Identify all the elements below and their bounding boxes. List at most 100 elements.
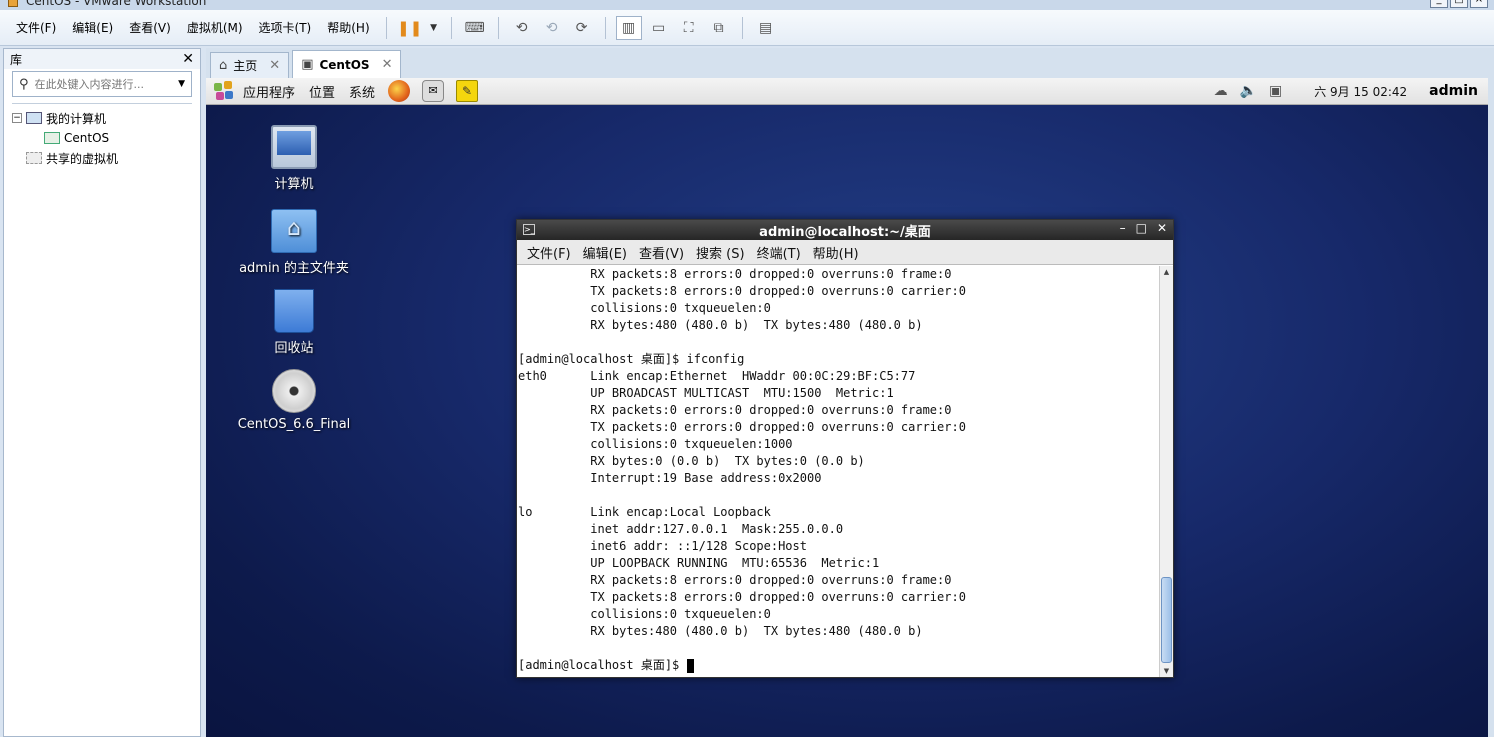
tab-strip: ⌂ 主页 ✕ ▣ CentOS ✕: [206, 48, 1488, 78]
menu-applications[interactable]: 应用程序: [236, 82, 302, 101]
trash-icon: [274, 289, 314, 333]
terminal-menu-search[interactable]: 搜索 (S): [690, 243, 751, 262]
terminal-line: eth0 Link encap:Ethernet HWaddr 00:0C:29…: [518, 369, 916, 383]
menu-system[interactable]: 系统: [342, 82, 382, 101]
terminal-menu-file[interactable]: 文件(F): [521, 243, 577, 262]
dvd-icon: [272, 369, 316, 413]
close-tab-icon[interactable]: ✕: [269, 58, 280, 73]
window-title-bar: CentOS - VMware Workstation _ □ ×: [0, 0, 1494, 10]
text-cursor: [686, 658, 694, 673]
menu-view[interactable]: 查看(V): [121, 19, 179, 36]
console-view-icon[interactable]: ▤: [753, 16, 779, 40]
menu-vm[interactable]: 虚拟机(M): [179, 19, 251, 36]
terminal-menu-view[interactable]: 查看(V): [633, 243, 690, 262]
notes-icon[interactable]: ✎: [456, 80, 479, 102]
computer-icon: [26, 112, 42, 124]
menu-places[interactable]: 位置: [302, 82, 342, 101]
terminal-scrollbar[interactable]: ▲ ▼: [1159, 266, 1173, 677]
desktop-icon-dvd[interactable]: CentOS_6.6_Final: [229, 369, 359, 432]
scroll-up-icon[interactable]: ▲: [1160, 266, 1173, 278]
shared-vm-icon: [26, 152, 42, 164]
desktop[interactable]: 计算机 admin 的主文件夹 回收站 CentOS_6.6_Final >_ …: [206, 105, 1488, 737]
revert-snapshot-icon[interactable]: ⟲: [539, 16, 565, 40]
terminal-line: UP LOOPBACK RUNNING MTU:65536 Metric:1: [518, 556, 880, 570]
power-dropdown-icon[interactable]: ▼: [427, 16, 441, 40]
desktop-icon-label: 计算机: [274, 177, 314, 192]
desktop-icon-home[interactable]: admin 的主文件夹: [229, 209, 359, 276]
menu-edit[interactable]: 编辑(E): [64, 19, 121, 36]
maximize-button[interactable]: □: [1450, 0, 1468, 8]
snapshot-icon[interactable]: ⟲: [509, 16, 535, 40]
network-disconnected-icon[interactable]: ▣: [1269, 83, 1282, 99]
menu-help[interactable]: 帮助(H): [319, 19, 377, 36]
tree-item-centos[interactable]: CentOS: [12, 128, 192, 148]
terminal-line: TX packets:8 errors:0 dropped:0 overruns…: [518, 590, 966, 604]
search-dropdown-icon[interactable]: ▼: [178, 79, 185, 89]
terminal-icon: >_: [523, 224, 535, 235]
show-library-icon[interactable]: ▥: [615, 15, 642, 40]
scroll-down-icon[interactable]: ▼: [1160, 665, 1173, 677]
tab-centos[interactable]: ▣ CentOS ✕: [292, 50, 402, 78]
vm-icon: ▣: [301, 57, 314, 72]
unity-icon[interactable]: ⧉: [706, 16, 732, 40]
tree-item-shared-vms[interactable]: 共享的虚拟机: [12, 148, 192, 168]
user-menu[interactable]: admin: [1429, 83, 1478, 99]
window-controls: _ □ ×: [1430, 0, 1488, 8]
desktop-icon-label: CentOS_6.6_Final: [237, 417, 351, 432]
close-library-icon[interactable]: ✕: [182, 51, 194, 67]
terminal-title-bar[interactable]: >_ admin@localhost:~/桌面 – □ ✕: [517, 220, 1173, 240]
terminal-menu-help[interactable]: 帮助(H): [807, 243, 865, 262]
terminal-line: RX packets:8 errors:0 dropped:0 overruns…: [518, 573, 952, 587]
terminal-menu-terminal[interactable]: 终端(T): [751, 243, 807, 262]
tab-home[interactable]: ⌂ 主页 ✕: [210, 52, 290, 78]
menu-tabs[interactable]: 选项卡(T): [251, 19, 320, 36]
guest-screen[interactable]: 应用程序 位置 系统 ✉ ✎ ☁ 🔈 ▣ 六 9月 15 02:42 admin…: [206, 78, 1488, 737]
minimize-button[interactable]: _: [1430, 0, 1448, 8]
full-screen-icon[interactable]: ⛶: [676, 16, 702, 40]
desktop-icon-computer[interactable]: 计算机: [229, 125, 359, 192]
close-icon[interactable]: ✕: [1157, 221, 1167, 235]
desktop-icon-label: 回收站: [274, 341, 314, 356]
system-tray: ☁ 🔈 ▣ 六 9月 15 02:42 admin: [1214, 83, 1488, 100]
window-right-edge: [1488, 48, 1494, 737]
send-ctrl-alt-del-icon[interactable]: ⌨: [462, 16, 488, 40]
network-manager-icon[interactable]: ☁: [1214, 83, 1228, 99]
mail-client-icon[interactable]: ✉: [422, 80, 445, 102]
pause-icon[interactable]: ❚❚: [397, 16, 423, 40]
terminal-menu-edit[interactable]: 编辑(E): [577, 243, 633, 262]
volume-icon[interactable]: 🔈: [1240, 83, 1257, 99]
collapse-icon[interactable]: −: [12, 113, 22, 123]
maximize-icon[interactable]: □: [1136, 221, 1147, 235]
library-search: ⚲ ▼: [12, 71, 192, 97]
minimize-icon[interactable]: –: [1120, 221, 1126, 235]
tree-item-label: 我的计算机: [46, 111, 107, 126]
terminal-line: collisions:0 txqueuelen:1000: [518, 437, 793, 451]
scrollbar-thumb[interactable]: [1161, 577, 1172, 663]
close-button[interactable]: ×: [1470, 0, 1488, 8]
library-panel: 库 ✕ ⚲ ▼ − 我的计算机 CentOS 共享的虚拟机: [3, 48, 201, 737]
snapshot-manager-icon[interactable]: ⟳: [569, 16, 595, 40]
tree-item-my-computer[interactable]: − 我的计算机: [12, 108, 192, 128]
library-search-input[interactable]: [34, 77, 155, 91]
library-header: 库 ✕: [4, 49, 200, 69]
terminal-line: inet addr:127.0.0.1 Mask:255.0.0.0: [518, 522, 844, 536]
firefox-icon[interactable]: [388, 80, 411, 102]
terminal-line: RX packets:8 errors:0 dropped:0 overruns…: [518, 267, 952, 281]
menu-file[interactable]: 文件(F): [8, 19, 64, 36]
terminal-line: RX bytes:480 (480.0 b) TX bytes:480 (480…: [518, 318, 923, 332]
terminal-title: admin@localhost:~/桌面: [759, 224, 931, 240]
terminal-window[interactable]: >_ admin@localhost:~/桌面 – □ ✕ 文件(F) 编辑(E…: [516, 219, 1174, 678]
thumbnail-bar-icon[interactable]: ▭: [646, 16, 672, 40]
close-tab-icon[interactable]: ✕: [382, 57, 393, 72]
clock[interactable]: 六 9月 15 02:42: [1314, 83, 1407, 100]
terminal-line: UP BROADCAST MULTICAST MTU:1500 Metric:1: [518, 386, 894, 400]
toolbar-separator: [385, 16, 387, 39]
home-folder-icon: [271, 209, 317, 253]
terminal-line: inet6 addr: ::1/128 Scope:Host: [518, 539, 807, 553]
terminal-output[interactable]: RX packets:8 errors:0 dropped:0 overruns…: [517, 266, 1159, 677]
desktop-icon-trash[interactable]: 回收站: [229, 289, 359, 356]
toolbar-separator: [497, 16, 499, 39]
